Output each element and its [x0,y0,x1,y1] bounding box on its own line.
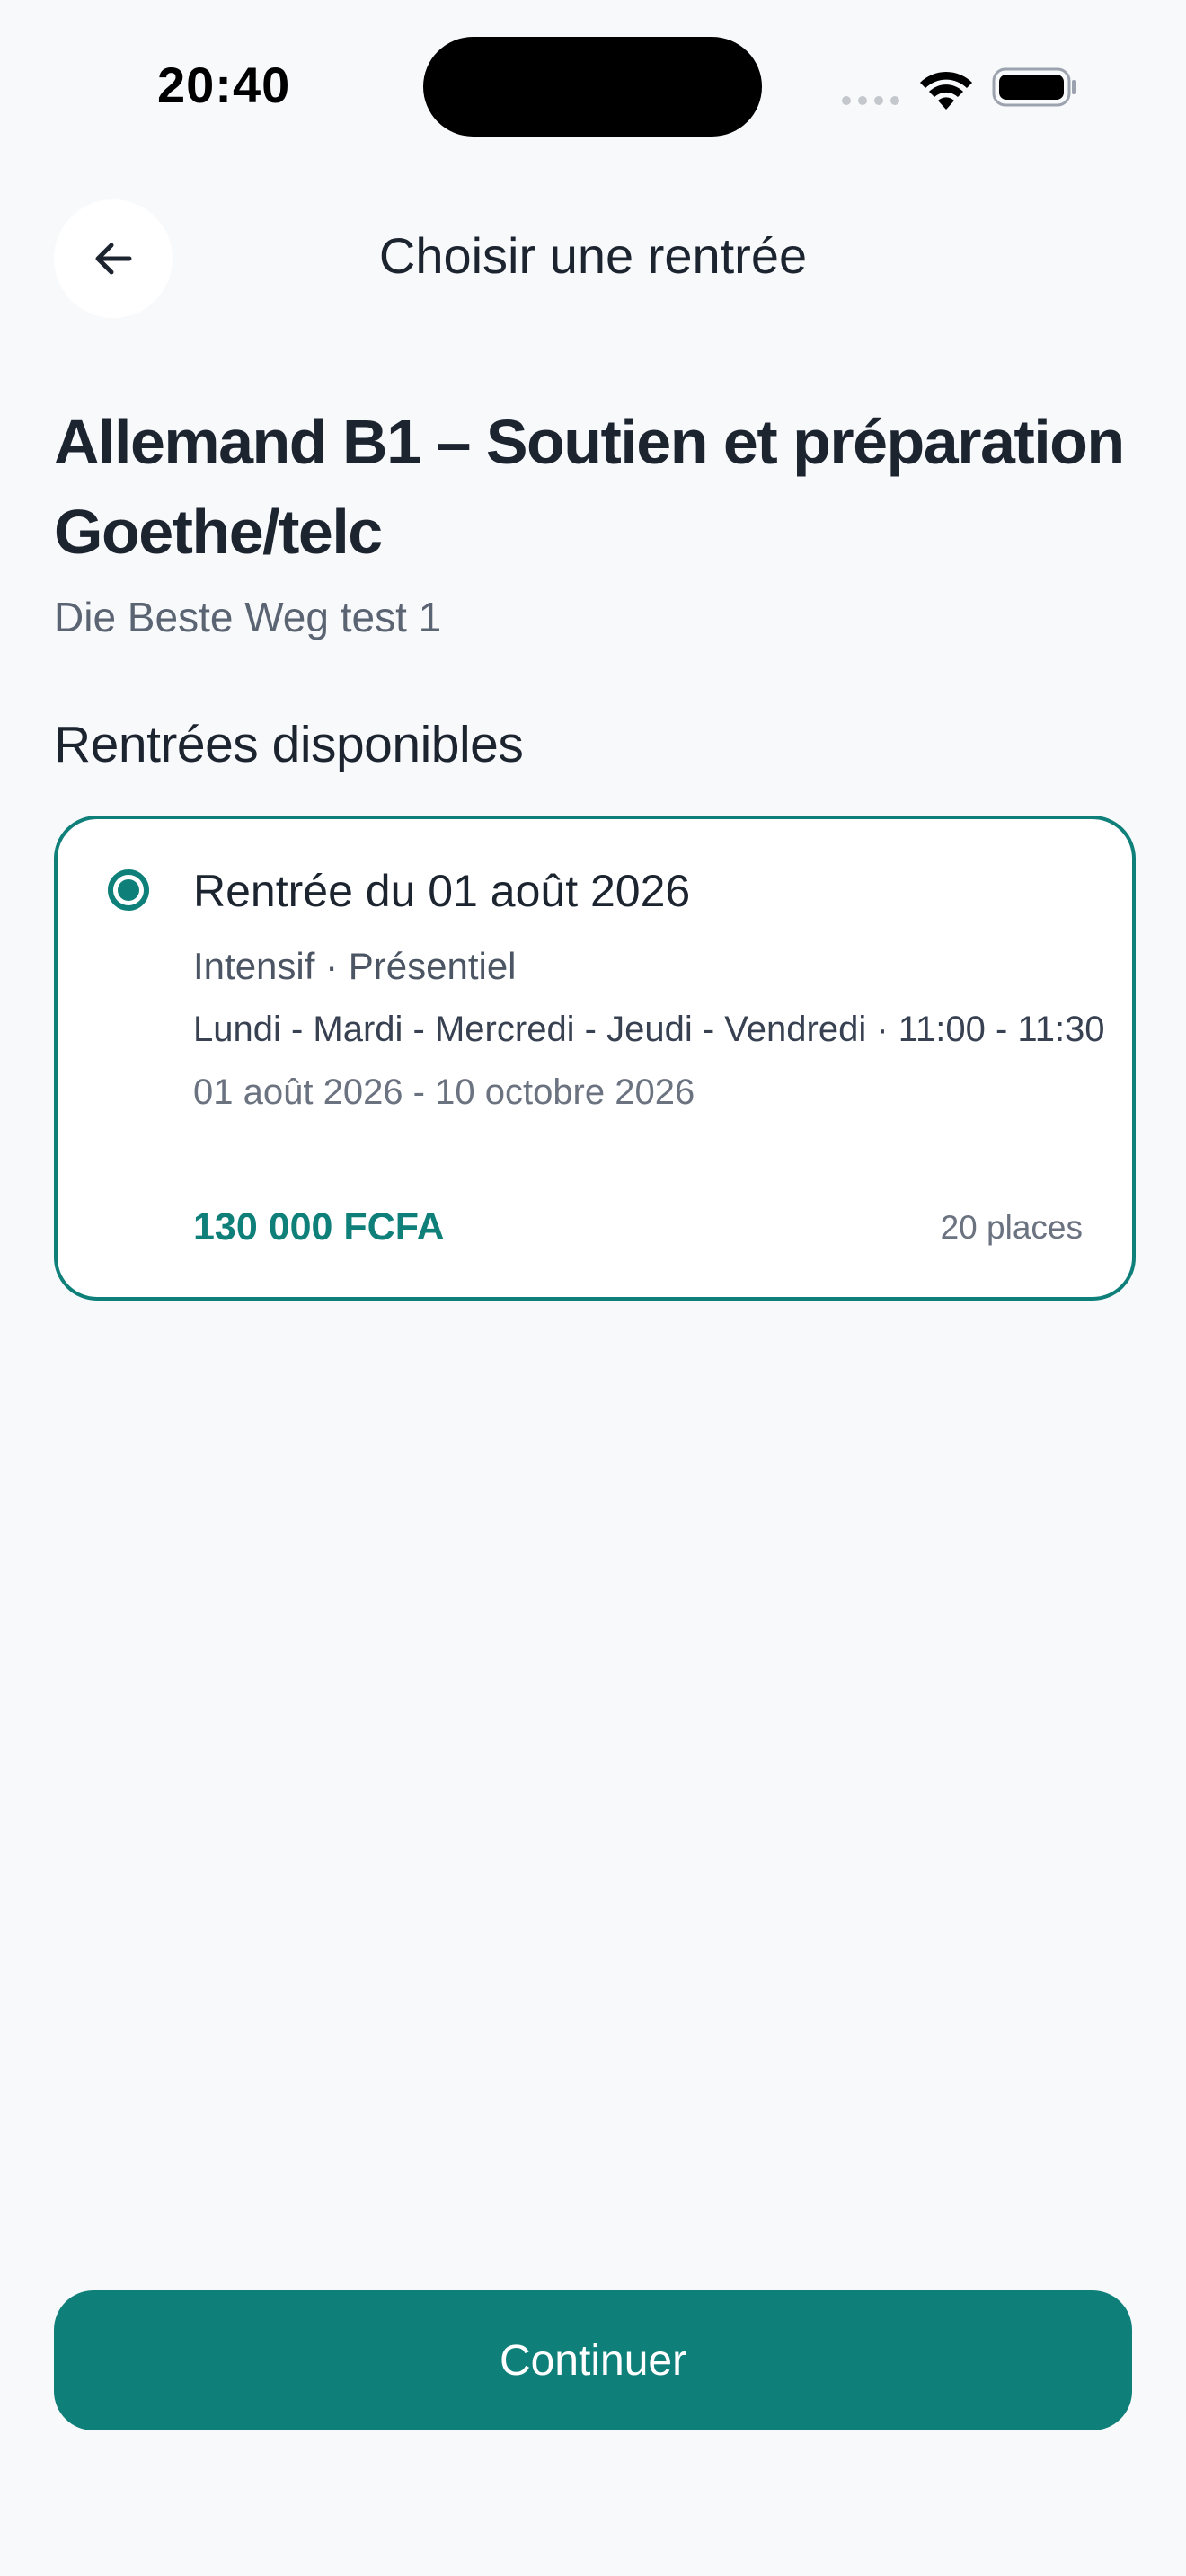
session-schedule: Lundi - Mardi - Mercredi - Jeudi - Vendr… [193,1010,1105,1049]
session-title: Rentrée du 01 août 2026 [193,866,691,916]
school-name: Die Beste Weg test 1 [54,594,442,640]
section-title-available-sessions: Rentrées disponibles [54,716,524,773]
status-bar: 20:40 [0,0,1186,171]
session-details: Rentrée du 01 août 2026 Intensif · Prése… [193,862,1105,1117]
radio-dot [118,879,139,901]
session-format: Intensif · Présentiel [193,945,517,987]
battery-icon [992,67,1076,107]
cellular-signal-icon [842,96,899,105]
course-title: Allemand B1 – Soutien et préparation Goe… [54,407,1125,567]
continue-button[interactable]: Continuer [54,2290,1132,2430]
radio-selected-icon[interactable] [108,869,149,911]
dynamic-island [423,37,762,137]
session-places: 20 places [940,1208,1083,1246]
session-dates: 01 août 2026 - 10 octobre 2026 [193,1072,695,1112]
status-time: 20:40 [157,57,291,113]
page-title: Choisir une rentrée [378,227,808,284]
session-price-row: 130 000 FCFA 20 places [193,1205,1083,1249]
session-option-card[interactable]: Rentrée du 01 août 2026 Intensif · Prése… [54,816,1136,1301]
session-price: 130 000 FCFA [193,1205,445,1248]
wifi-icon [920,71,972,110]
